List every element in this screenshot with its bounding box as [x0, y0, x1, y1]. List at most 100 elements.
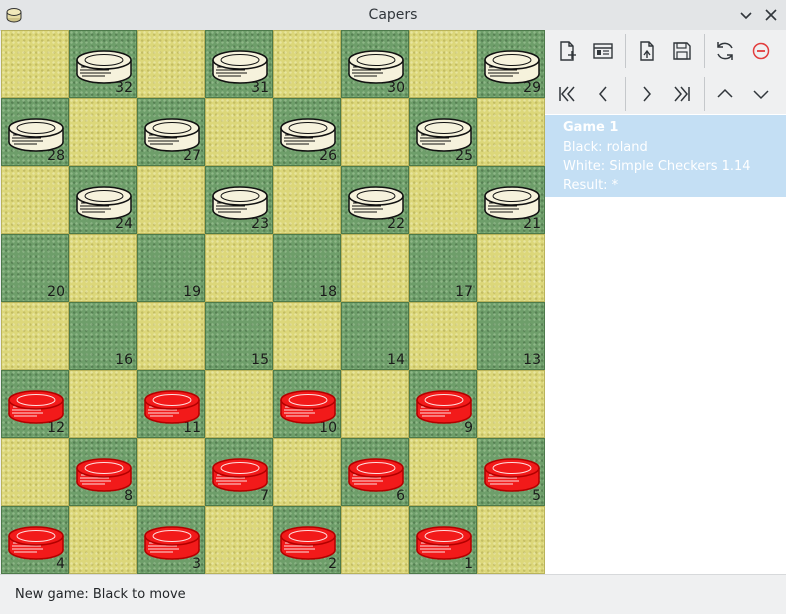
light-square — [205, 370, 273, 438]
dark-square[interactable]: 21 — [477, 166, 545, 234]
red-checker-piece[interactable] — [279, 523, 337, 561]
square-number: 17 — [455, 284, 473, 300]
red-checker-piece[interactable] — [75, 455, 133, 493]
red-checker-piece[interactable] — [143, 523, 201, 561]
dark-square[interactable]: 2 — [273, 506, 341, 574]
white-checker-piece[interactable] — [347, 183, 405, 221]
next-game-icon[interactable] — [747, 80, 775, 108]
dark-square[interactable]: 13 — [477, 302, 545, 370]
light-square — [69, 98, 137, 166]
red-checker-piece[interactable] — [143, 387, 201, 425]
dark-square[interactable]: 28 — [1, 98, 69, 166]
dark-square[interactable]: 32 — [69, 30, 137, 98]
toolbar-separator — [625, 34, 626, 68]
dark-square[interactable]: 3 — [137, 506, 205, 574]
new-game-icon[interactable] — [553, 37, 581, 65]
red-checker-piece[interactable] — [415, 523, 473, 561]
red-checker-piece[interactable] — [7, 387, 65, 425]
side-panel: Game 1 Black: roland White: Simple Check… — [545, 30, 786, 574]
light-square — [409, 302, 477, 370]
light-square — [1, 438, 69, 506]
dark-square[interactable]: 10 — [273, 370, 341, 438]
game-title: Game 1 — [563, 120, 619, 135]
white-checker-piece[interactable] — [483, 47, 541, 85]
red-checker-piece[interactable] — [279, 387, 337, 425]
white-checker-piece[interactable] — [415, 115, 473, 153]
black-player: Black: roland — [563, 140, 648, 155]
red-checker-piece[interactable] — [7, 523, 65, 561]
dark-square[interactable]: 20 — [1, 234, 69, 302]
light-square — [273, 30, 341, 98]
minimize-chevron-down-icon[interactable] — [737, 6, 755, 24]
white-checker-piece[interactable] — [75, 47, 133, 85]
light-square — [273, 438, 341, 506]
white-checker-piece[interactable] — [143, 115, 201, 153]
light-square — [477, 370, 545, 438]
game-list-item[interactable]: Game 1 Black: roland White: Simple Check… — [545, 115, 786, 197]
dark-square[interactable]: 29 — [477, 30, 545, 98]
square-number: 20 — [47, 284, 65, 300]
title-bar: Capers — [0, 0, 786, 31]
light-square — [137, 166, 205, 234]
dark-square[interactable]: 16 — [69, 302, 137, 370]
last-move-icon[interactable] — [668, 80, 696, 108]
dark-square[interactable]: 7 — [205, 438, 273, 506]
light-square — [69, 506, 137, 574]
game-list: Game 1 Black: roland White: Simple Check… — [545, 114, 786, 574]
close-icon[interactable] — [762, 6, 780, 24]
dark-square[interactable]: 18 — [273, 234, 341, 302]
dark-square[interactable]: 1 — [409, 506, 477, 574]
red-checker-piece[interactable] — [347, 455, 405, 493]
reload-icon[interactable] — [711, 37, 739, 65]
dark-square[interactable]: 17 — [409, 234, 477, 302]
dark-square[interactable]: 4 — [1, 506, 69, 574]
dark-square[interactable]: 22 — [341, 166, 409, 234]
resign-icon[interactable] — [747, 37, 775, 65]
light-square — [341, 234, 409, 302]
dark-square[interactable]: 27 — [137, 98, 205, 166]
save-icon[interactable] — [668, 37, 696, 65]
status-text: New game: Black to move — [15, 587, 186, 602]
white-checker-piece[interactable] — [7, 115, 65, 153]
light-square — [341, 98, 409, 166]
toolbar-separator — [625, 77, 626, 111]
red-checker-piece[interactable] — [415, 387, 473, 425]
white-checker-piece[interactable] — [75, 183, 133, 221]
status-bar: New game: Black to move — [0, 574, 786, 614]
dark-square[interactable]: 15 — [205, 302, 273, 370]
red-checker-piece[interactable] — [211, 455, 269, 493]
square-number: 15 — [251, 352, 269, 368]
dark-square[interactable]: 6 — [341, 438, 409, 506]
dark-square[interactable]: 30 — [341, 30, 409, 98]
dark-square[interactable]: 5 — [477, 438, 545, 506]
white-checker-piece[interactable] — [347, 47, 405, 85]
white-checker-piece[interactable] — [279, 115, 337, 153]
previous-game-icon[interactable] — [711, 80, 739, 108]
dark-square[interactable]: 31 — [205, 30, 273, 98]
dark-square[interactable]: 24 — [69, 166, 137, 234]
white-checker-piece[interactable] — [211, 47, 269, 85]
dark-square[interactable]: 9 — [409, 370, 477, 438]
dark-square[interactable]: 14 — [341, 302, 409, 370]
open-game-icon[interactable] — [633, 37, 661, 65]
light-square — [409, 30, 477, 98]
red-checker-piece[interactable] — [483, 455, 541, 493]
dark-square[interactable]: 26 — [273, 98, 341, 166]
dark-square[interactable]: 8 — [69, 438, 137, 506]
dark-square[interactable]: 11 — [137, 370, 205, 438]
previous-move-icon[interactable] — [589, 80, 617, 108]
white-checker-piece[interactable] — [211, 183, 269, 221]
dark-square[interactable]: 23 — [205, 166, 273, 234]
first-move-icon[interactable] — [553, 80, 581, 108]
game-properties-icon[interactable] — [589, 37, 617, 65]
white-checker-piece[interactable] — [483, 183, 541, 221]
game-result: Result: * — [563, 178, 619, 193]
light-square — [409, 166, 477, 234]
light-square — [477, 506, 545, 574]
dark-square[interactable]: 12 — [1, 370, 69, 438]
next-move-icon[interactable] — [633, 80, 661, 108]
square-number: 13 — [523, 352, 541, 368]
light-square — [409, 438, 477, 506]
dark-square[interactable]: 25 — [409, 98, 477, 166]
dark-square[interactable]: 19 — [137, 234, 205, 302]
